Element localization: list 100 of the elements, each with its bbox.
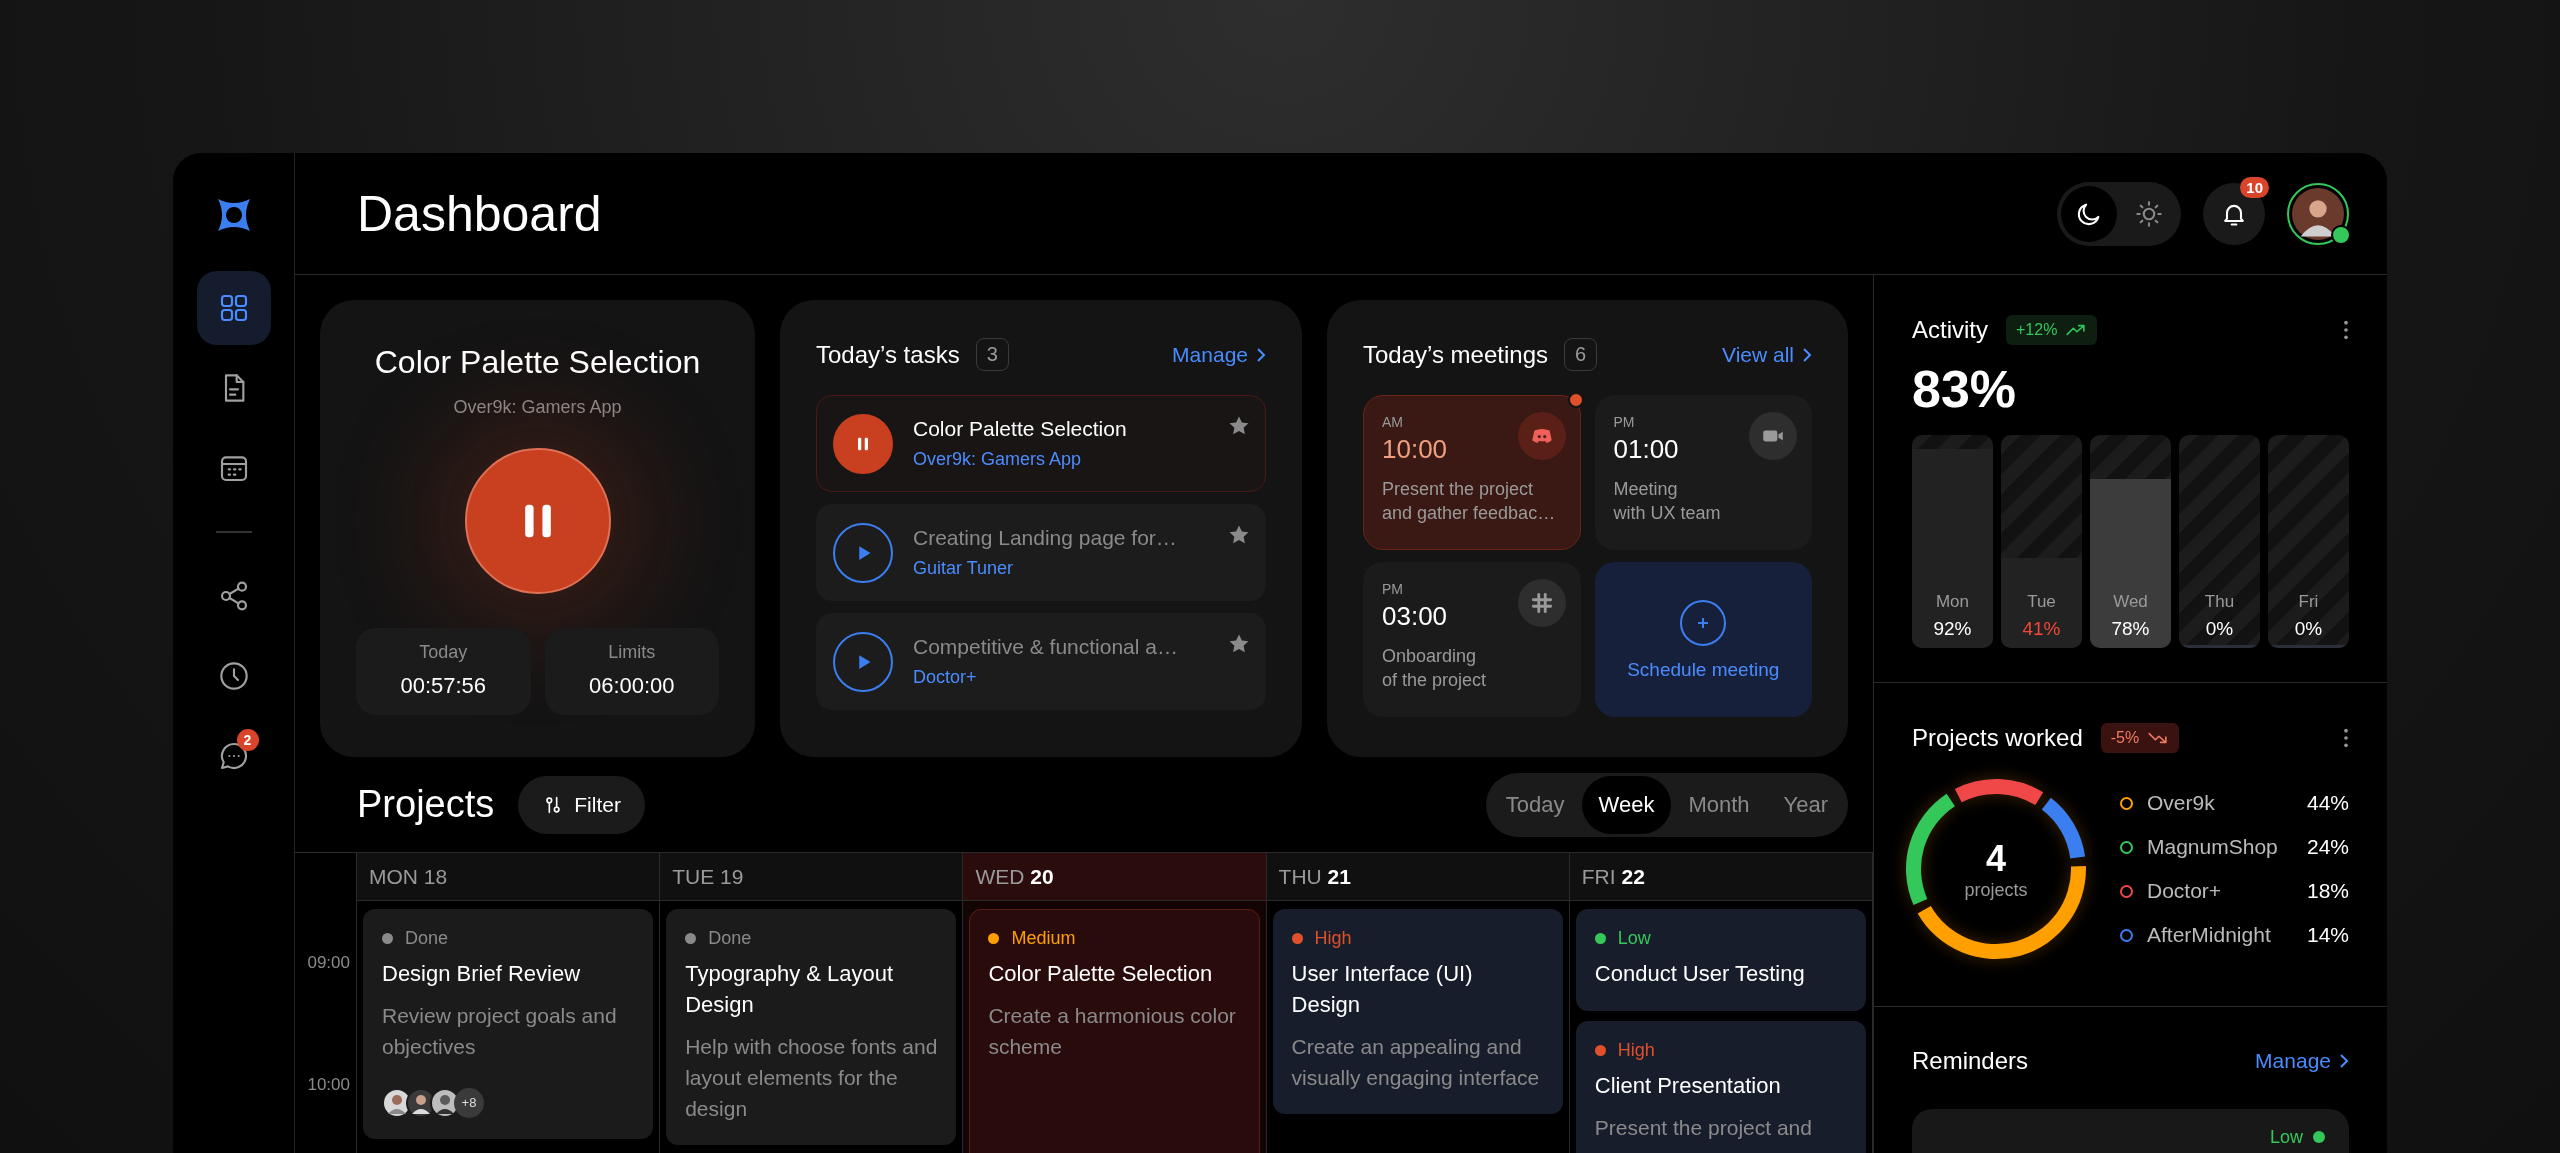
event-status: High [1617,1039,1655,1061]
activity-total: 83% [1912,359,2018,419]
video-camera-icon [1749,412,1797,460]
event-status: Done [405,928,449,949]
schedule-meeting-button[interactable]: Schedule meeting [1594,562,1812,717]
panel-title: Reminders [1912,1047,2029,1075]
project-count: 4 [1986,837,2006,880]
task-title: Color Palette Selection [913,417,1128,441]
event-status: Medium [1011,928,1076,949]
event-card[interactable]: High Client Presentation Present the project and [1575,1020,1866,1153]
task-title: Competitive & functional a… [913,635,1179,659]
legend-label: Doctor+ [2147,879,2223,903]
plus-icon [1679,598,1728,647]
chevron-right-icon [1802,346,1812,363]
schedule-meeting-label: Schedule meeting [1627,658,1780,681]
filter-button[interactable]: Filter [518,775,645,834]
range-tab[interactable]: Today [1488,775,1582,834]
message-count-badge: 2 [236,729,259,751]
event-description: Present the project and [1594,1114,1813,1141]
event-description: Help with choose fonts and layout elements for the design [685,1033,938,1122]
trend-badge: -5% [2100,723,2180,753]
task-count: 3 [975,338,1009,371]
meeting-time: 01:00 [1613,434,1680,465]
manage-link[interactable]: Manage [1172,342,1266,367]
stat-label: Limits [608,642,656,663]
event-card[interactable]: Done Typography & Layout Design Help with choose fonts and layout elements for the design [666,909,957,1145]
meeting-tile[interactable]: PM 03:00 Onboarding of the project [1363,562,1581,717]
task-project: Doctor+ [913,667,978,688]
moon-icon[interactable] [2061,185,2117,242]
event-card[interactable]: Medium Color Palette Selection Create a harmonious color scheme [969,909,1260,1153]
day-percent: 92% [1933,618,1972,640]
time-label: 10:00 [307,1075,350,1095]
event-description: Review project goals and objectives [382,1002,618,1060]
day-percent: 0% [2205,618,2234,640]
day-label: THU 21 [1278,864,1351,889]
page-title: Dashboard [357,184,602,243]
day-label: FRI 22 [1581,864,1645,889]
trend-badge: +12% [2006,315,2098,345]
day-percent: 78% [2111,618,2150,640]
reminder-card[interactable]: Low [1912,1109,2349,1153]
card-title: Today’s meetings [1363,340,1548,369]
event-status: Low [1617,928,1651,949]
view-all-link[interactable]: View all [1722,342,1812,367]
day-percent: 0% [2294,618,2323,640]
time-label: 09:00 [307,953,350,973]
manage-link[interactable]: Manage [2255,1049,2349,1073]
range-tab[interactable]: Month [1671,775,1767,834]
event-title: Typography & Layout Design [685,960,895,1019]
meeting-tile[interactable]: PM 01:00 Meeting with UX team [1594,395,1812,550]
user-avatar[interactable] [2287,182,2349,245]
chevron-right-icon [1256,346,1266,363]
more-options-icon[interactable] [2343,727,2349,749]
event-title: Client Presentation [1594,1071,1782,1100]
timer-title: Color Palette Selection [374,344,701,381]
day-label: WED 20 [975,864,1054,889]
task-title: Creating Landing page for… [913,526,1178,550]
event-title: User Interface (UI) Design [1291,960,1474,1019]
unread-dot [1567,392,1584,408]
legend-percent: 24% [2306,835,2349,859]
legend-percent: 14% [2306,923,2349,947]
day-percent: 41% [2022,618,2061,640]
day-label: Thu [2204,592,2235,612]
reminder-priority: Low [2269,1127,2303,1148]
stat-label: Today [419,642,468,663]
day-label: MON 18 [369,864,448,889]
card-title: Today’s tasks [816,340,960,369]
meeting-period: PM [1613,414,1636,430]
event-title: Color Palette Selection [988,960,1214,988]
play-icon[interactable] [833,631,893,692]
event-card[interactable]: Done Design Brief Review Review project goals and objectives +8 [363,909,654,1139]
event-card[interactable]: Low Conduct User Testing [1575,909,1866,1011]
meeting-count: 6 [1564,338,1598,371]
notification-count-badge: 10 [2240,176,2269,198]
task-item[interactable]: Color Palette Selection Over9k: Gamers App [816,395,1266,492]
task-item[interactable]: Creating Landing page for… Guitar Tuner [816,504,1266,601]
range-tab[interactable]: Year [1766,775,1845,834]
legend-percent: 18% [2306,879,2349,903]
project-count-label: projects [1964,879,2028,901]
event-title: Conduct User Testing [1594,960,1806,988]
game-controller-icon [1517,412,1566,460]
event-card[interactable]: High User Interface (UI) Design Create an appealing and visually engaging interface [1272,909,1563,1114]
more-attendees-count: +8 [454,1087,484,1118]
task-item[interactable]: Competitive & functional a… Doctor+ [816,613,1266,710]
legend-percent: 44% [2306,791,2349,815]
day-label: Tue [2027,592,2056,612]
meeting-tile[interactable]: AM 10:00 Present the project and gather feedbac… [1363,395,1581,550]
day-label: Fri [2298,592,2319,612]
play-icon[interactable] [833,522,893,583]
panel-title: Activity [1912,316,1988,344]
meeting-time: 03:00 [1382,601,1449,632]
range-tab[interactable]: Week [1581,775,1672,834]
day-label: Wed [2113,592,2148,612]
event-description: Create a harmonious color scheme [988,1002,1237,1060]
clock-icon [217,660,250,692]
dashboard-nav-button[interactable] [196,271,271,345]
day-label: TUE 19 [672,864,744,889]
more-options-icon[interactable] [2343,319,2349,341]
stat-value: 00:57:56 [400,673,487,699]
meeting-time: 10:00 [1382,434,1449,465]
priority-dot [2313,1131,2325,1143]
